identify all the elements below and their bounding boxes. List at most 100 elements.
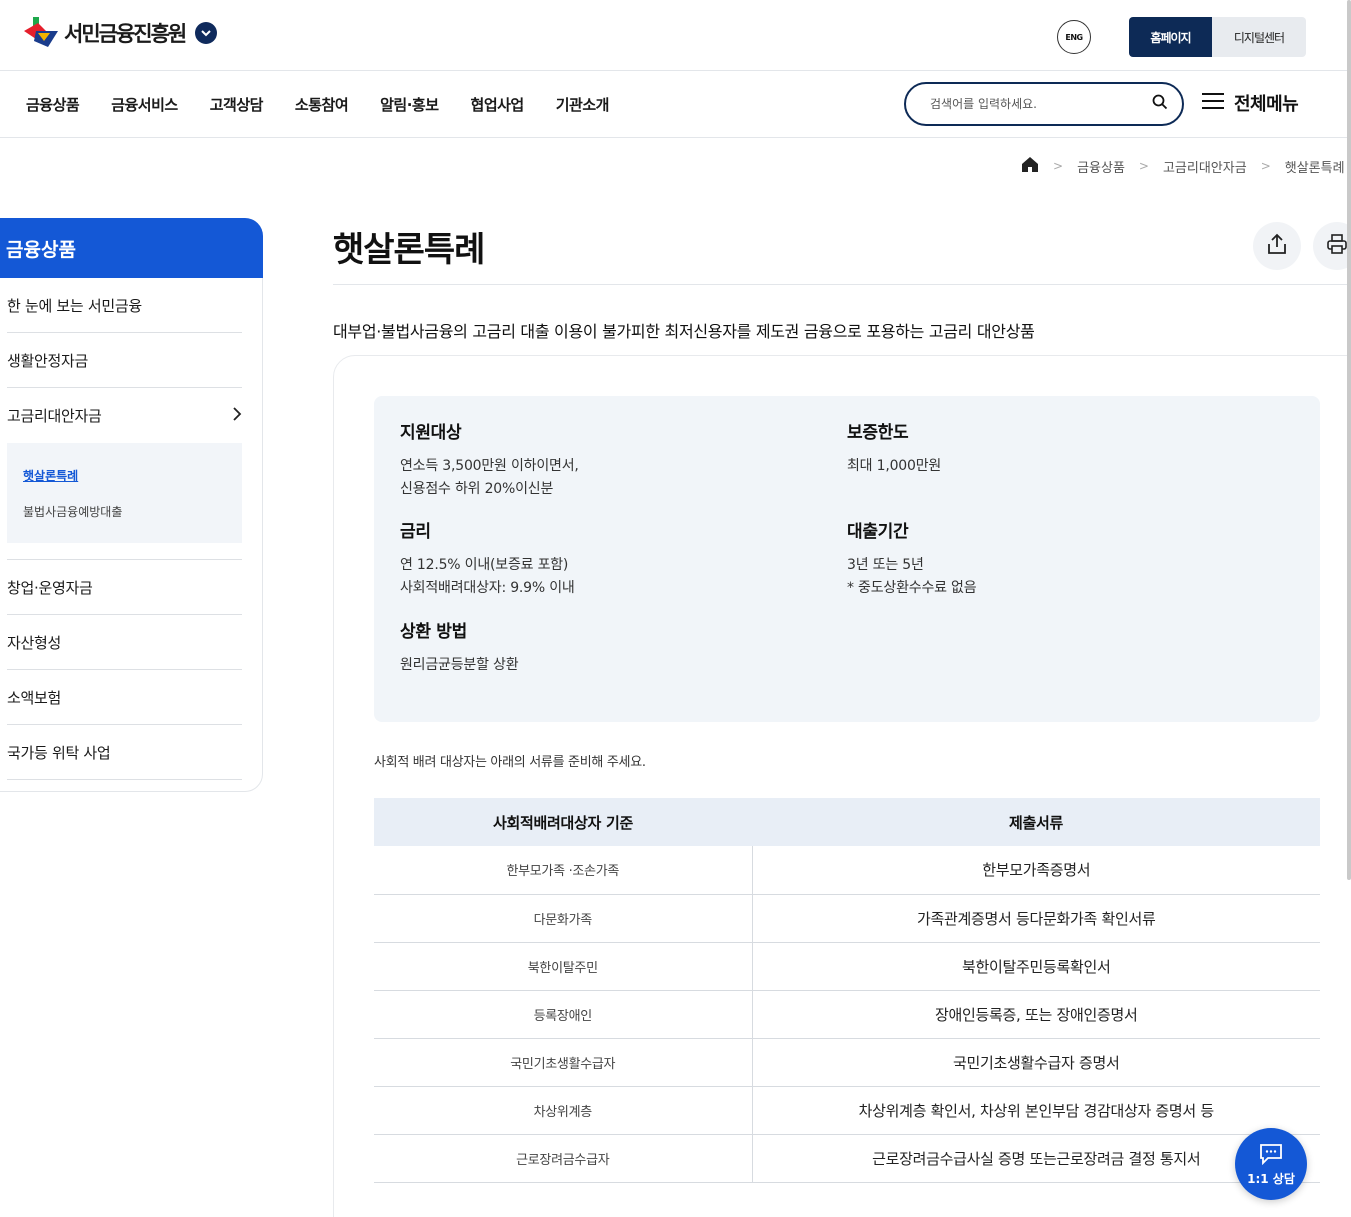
table-row: 다문화가족 가족관계증명서 등다문화가족 확인서류 <box>374 894 1320 943</box>
table-cell: 근로장려금수급자 <box>374 1134 753 1183</box>
chat-consult-button[interactable]: 1:1 상담 <box>1235 1128 1307 1200</box>
table-cell: 등록장애인 <box>374 990 753 1039</box>
search-box <box>904 82 1184 126</box>
table-cell: 북한이탈주민 <box>374 942 753 991</box>
sidebar-item-label: 소액보험 <box>7 688 62 707</box>
scrollbar[interactable] <box>1347 0 1351 880</box>
info-label: 보증한도 <box>847 423 909 443</box>
sidebar-item-micro-insurance[interactable]: 소액보험 <box>7 670 242 725</box>
sidebar-item-living-stability[interactable]: 생활안정자금 <box>7 333 242 388</box>
info-label: 금리 <box>400 522 431 542</box>
document-note: 사회적 배려 대상자는 아래의 서류를 준비해 주세요. <box>374 755 646 770</box>
page-title: 햇살론특례 <box>333 230 485 270</box>
table-row: 근로장려금수급자 근로장려금수급사실 증명 또는근로장려금 결정 통지서 <box>374 1134 1320 1183</box>
table-cell: 다문화가족 <box>374 894 753 943</box>
table-header: 사회적배려대상자 기준 <box>374 798 752 846</box>
printer-icon <box>1326 233 1348 259</box>
sidebar-item-high-rate-alternative[interactable]: 고금리대안자금 <box>7 388 242 443</box>
product-info-box: 지원대상 연소득 3,500만원 이하이면서, 신용점수 하위 20%이신분 보… <box>374 396 1320 722</box>
print-button[interactable] <box>1313 222 1351 270</box>
table-cell: 가족관계증명서 등다문화가족 확인서류 <box>752 894 1320 943</box>
submenu-item-sunshine-loan[interactable]: 햇살론특례 <box>23 457 226 493</box>
info-value: 연 12.5% 이내(보증료 포함) <box>400 557 569 573</box>
eng-label: ENG <box>1065 32 1083 42</box>
submenu-item-illegal-finance-prevention[interactable]: 불법사금융예방대출 <box>23 493 226 529</box>
table-header-row: 사회적배려대상자 기준 제출서류 <box>374 798 1320 846</box>
sidebar-title: 금융상품 <box>0 218 263 278</box>
homepage-tab[interactable]: 홈페이지 <box>1129 17 1212 57</box>
search-icon[interactable] <box>1152 94 1168 114</box>
info-guarantee-limit: 보증한도 최대 1,000만원 <box>847 418 941 478</box>
gnb-item-customer-consult[interactable]: 고객상담 <box>210 94 264 115</box>
table-cell: 장애인등록증, 또는 장애인증명서 <box>752 990 1320 1039</box>
info-loan-period: 대출기간 3년 또는 5년 * 중도상환수수료 없음 <box>847 517 977 600</box>
chevron-right-icon: > <box>1053 159 1064 173</box>
gnb-item-financial-services[interactable]: 금융서비스 <box>111 94 178 115</box>
sidebar-item-label: 생활안정자금 <box>7 351 89 370</box>
breadcrumb-item[interactable]: 고금리대안자금 <box>1163 157 1247 176</box>
global-nav: 금융상품 금융서비스 고객상담 소통참여 알림·홍보 협업사업 기관소개 전체메… <box>0 71 1351 138</box>
table-cell: 북한이탈주민등록확인서 <box>752 942 1320 991</box>
site-switch: 홈페이지 디지털센터 <box>1129 17 1306 57</box>
sidebar-item-entrusted-projects[interactable]: 국가등 위탁 사업 <box>7 725 242 780</box>
sidebar-item-label: 자산형성 <box>7 633 62 652</box>
gnb-item-about[interactable]: 기관소개 <box>556 94 610 115</box>
info-interest-rate: 금리 연 12.5% 이내(보증료 포함) 사회적배려대상자: 9.9% 이내 <box>400 517 575 600</box>
table-cell: 한부모가족 ·조손가족 <box>374 846 753 895</box>
share-icon <box>1266 233 1288 259</box>
info-label: 지원대상 <box>400 423 462 443</box>
digital-center-tab[interactable]: 디지털센터 <box>1212 17 1306 57</box>
table-cell: 국민기초생활수급자 <box>374 1038 753 1087</box>
breadcrumb: > 금융상품 > 고금리대안자금 > 햇살론특례 <box>1021 156 1345 176</box>
chevron-down-icon[interactable] <box>195 22 218 44</box>
info-label: 상환 방법 <box>400 622 467 642</box>
sidebar-item-overview[interactable]: 한 눈에 보는 서민금융 <box>7 278 242 333</box>
table-cell: 차상위계층 확인서, 차상위 본인부담 경감대상자 증명서 등 <box>752 1086 1320 1135</box>
gnb-item-communication[interactable]: 소통참여 <box>295 94 349 115</box>
all-menu-label: 전체메뉴 <box>1234 94 1299 115</box>
sidebar-item-asset-building[interactable]: 자산형성 <box>7 615 242 670</box>
home-icon[interactable] <box>1021 156 1039 176</box>
table-row: 차상위계층 차상위계층 확인서, 차상위 본인부담 경감대상자 증명서 등 <box>374 1086 1320 1135</box>
sidebar: 금융상품 한 눈에 보는 서민금융 생활안정자금 고금리대안자금 햇살론특례 불… <box>0 218 263 792</box>
table-cell: 차상위계층 <box>374 1086 753 1135</box>
logo-mark-icon <box>24 17 58 49</box>
chat-label: 1:1 상담 <box>1247 1172 1295 1186</box>
table-row: 국민기초생활수급자 국민기초생활수급자 증명서 <box>374 1038 1320 1087</box>
all-menu-button[interactable]: 전체메뉴 <box>1202 90 1299 116</box>
sidebar-item-startup-operation[interactable]: 창업·운영자금 <box>7 560 242 615</box>
search-input[interactable] <box>930 97 1152 111</box>
chevron-right-icon: > <box>1138 159 1149 173</box>
info-value: * 중도상환수수료 없음 <box>847 580 977 596</box>
info-value: 원리금균등분할 상환 <box>400 657 519 673</box>
site-logo[interactable]: 서민금융진흥원 <box>24 16 218 50</box>
info-value: 3년 또는 5년 <box>847 557 924 573</box>
info-value: 사회적배려대상자: 9.9% 이내 <box>400 580 575 596</box>
breadcrumb-item-current[interactable]: 햇살론특례 <box>1285 157 1345 176</box>
info-support-target: 지원대상 연소득 3,500만원 이하이면서, 신용점수 하위 20%이신분 <box>400 418 579 501</box>
logo-text: 서민금융진흥원 <box>64 22 187 46</box>
info-value: 연소득 3,500만원 이하이면서, <box>400 458 579 474</box>
table-row: 북한이탈주민 북한이탈주민등록확인서 <box>374 942 1320 991</box>
hamburger-icon <box>1202 92 1224 114</box>
gnb-menu: 금융상품 금융서비스 고객상담 소통참여 알림·홍보 협업사업 기관소개 <box>26 71 641 138</box>
info-value: 신용점수 하위 20%이신분 <box>400 481 554 497</box>
info-value: 최대 1,000만원 <box>847 458 942 474</box>
chevron-right-icon: > <box>1260 159 1271 173</box>
table-row: 등록장애인 장애인등록증, 또는 장애인증명서 <box>374 990 1320 1039</box>
sidebar-submenu: 햇살론특례 불법사금융예방대출 <box>7 443 242 543</box>
table-row: 한부모가족 ·조손가족 한부모가족증명서 <box>374 846 1320 895</box>
product-description: 대부업·불법사금융의 고금리 대출 이용이 불가피한 최저신용자를 제도권 금융… <box>333 322 1035 341</box>
required-documents-table: 사회적배려대상자 기준 제출서류 한부모가족 ·조손가족 한부모가족증명서 다문… <box>374 798 1320 1183</box>
language-eng-button[interactable]: ENG <box>1057 20 1091 54</box>
gnb-item-news[interactable]: 알림·홍보 <box>380 94 439 115</box>
table-header: 제출서류 <box>752 798 1320 846</box>
divider <box>333 284 1351 285</box>
info-label: 대출기간 <box>847 522 909 542</box>
share-button[interactable] <box>1253 222 1301 270</box>
top-bar: 서민금융진흥원 ENG 홈페이지 디지털센터 <box>0 0 1351 71</box>
breadcrumb-item[interactable]: 금융상품 <box>1077 157 1125 176</box>
gnb-item-cooperation[interactable]: 협업사업 <box>471 94 525 115</box>
info-repayment-method: 상환 방법 원리금균등분할 상환 <box>400 617 519 677</box>
gnb-item-financial-products[interactable]: 금융상품 <box>26 94 80 115</box>
